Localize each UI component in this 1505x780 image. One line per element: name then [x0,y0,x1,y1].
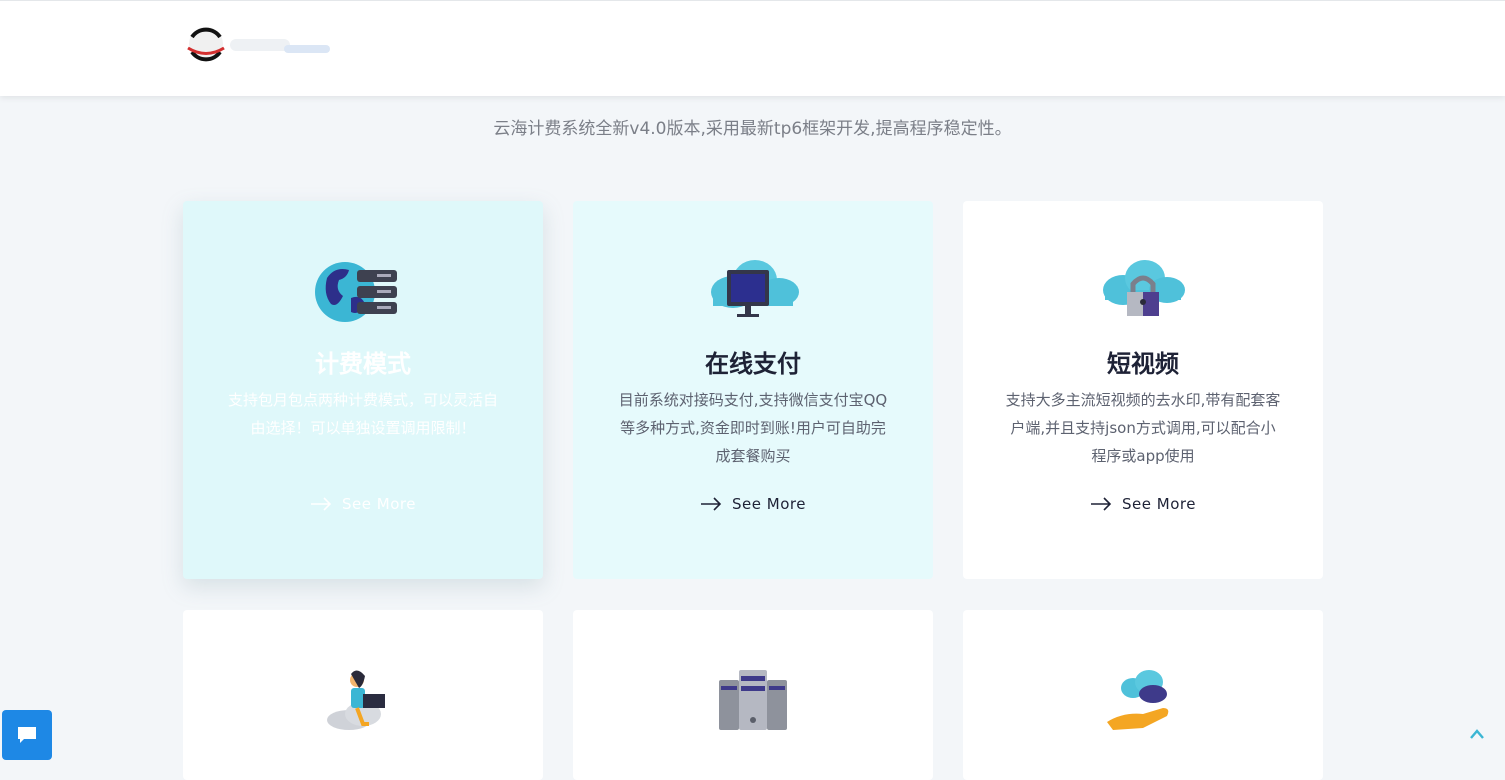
card-description: 支持大多主流短视频的去水印,带有配套客户端,并且支持json方式调用,可以配合小… [1005,391,1281,465]
server-rack-icon [719,670,787,730]
feature-card-billing[interactable]: 计费模式 支持包月包点两种计费模式，可以灵活自由选择！可以单独设置调用限制！ S… [183,201,543,579]
cloud-lock-icon [1103,260,1185,316]
arrow-right-icon [311,497,332,511]
site-logo[interactable] [184,19,334,69]
hand-cloud-icon [1107,670,1169,730]
feature-card-6[interactable] [963,610,1323,780]
card-title: 短视频 [1107,350,1179,378]
card-title: 计费模式 [315,350,411,378]
card-description: 目前系统对接码支付,支持微信支付宝QQ等多种方式,资金即时到账!用户可自助完成套… [618,391,888,465]
see-more-link[interactable]: See More [963,495,1323,513]
card-title: 在线支付 [705,350,801,378]
chat-button[interactable] [2,710,52,760]
see-more-label: See More [342,495,416,513]
globe-server-icon [315,262,397,322]
cloud-monitor-icon [711,260,799,317]
site-header [0,0,1505,96]
page-subtitle: 云海计费系统全新v4.0版本,采用最新tp6框架开发,提高程序稳定性。 [493,119,1012,139]
card-description: 支持包月包点两种计费模式，可以灵活自由选择！可以单独设置调用限制！ [227,391,498,437]
person-laptop-cloud-icon [327,670,385,730]
see-more-label: See More [732,495,806,513]
chat-bubble-icon [18,727,36,743]
feature-card-short-video[interactable]: 短视频 支持大多主流短视频的去水印,带有配套客户端,并且支持json方式调用,可… [963,201,1323,579]
feature-card-5[interactable] [573,610,933,780]
see-more-label: See More [1122,495,1196,513]
see-more-link[interactable]: See More [183,495,543,513]
arrow-right-icon [1091,497,1112,511]
see-more-link[interactable]: See More [573,495,933,513]
back-to-top-button[interactable] [1469,727,1485,741]
arrow-right-icon [701,497,722,511]
feature-card-4[interactable] [183,610,543,780]
feature-card-payment[interactable]: 在线支付 目前系统对接码支付,支持微信支付宝QQ等多种方式,资金即时到账!用户可… [573,201,933,579]
